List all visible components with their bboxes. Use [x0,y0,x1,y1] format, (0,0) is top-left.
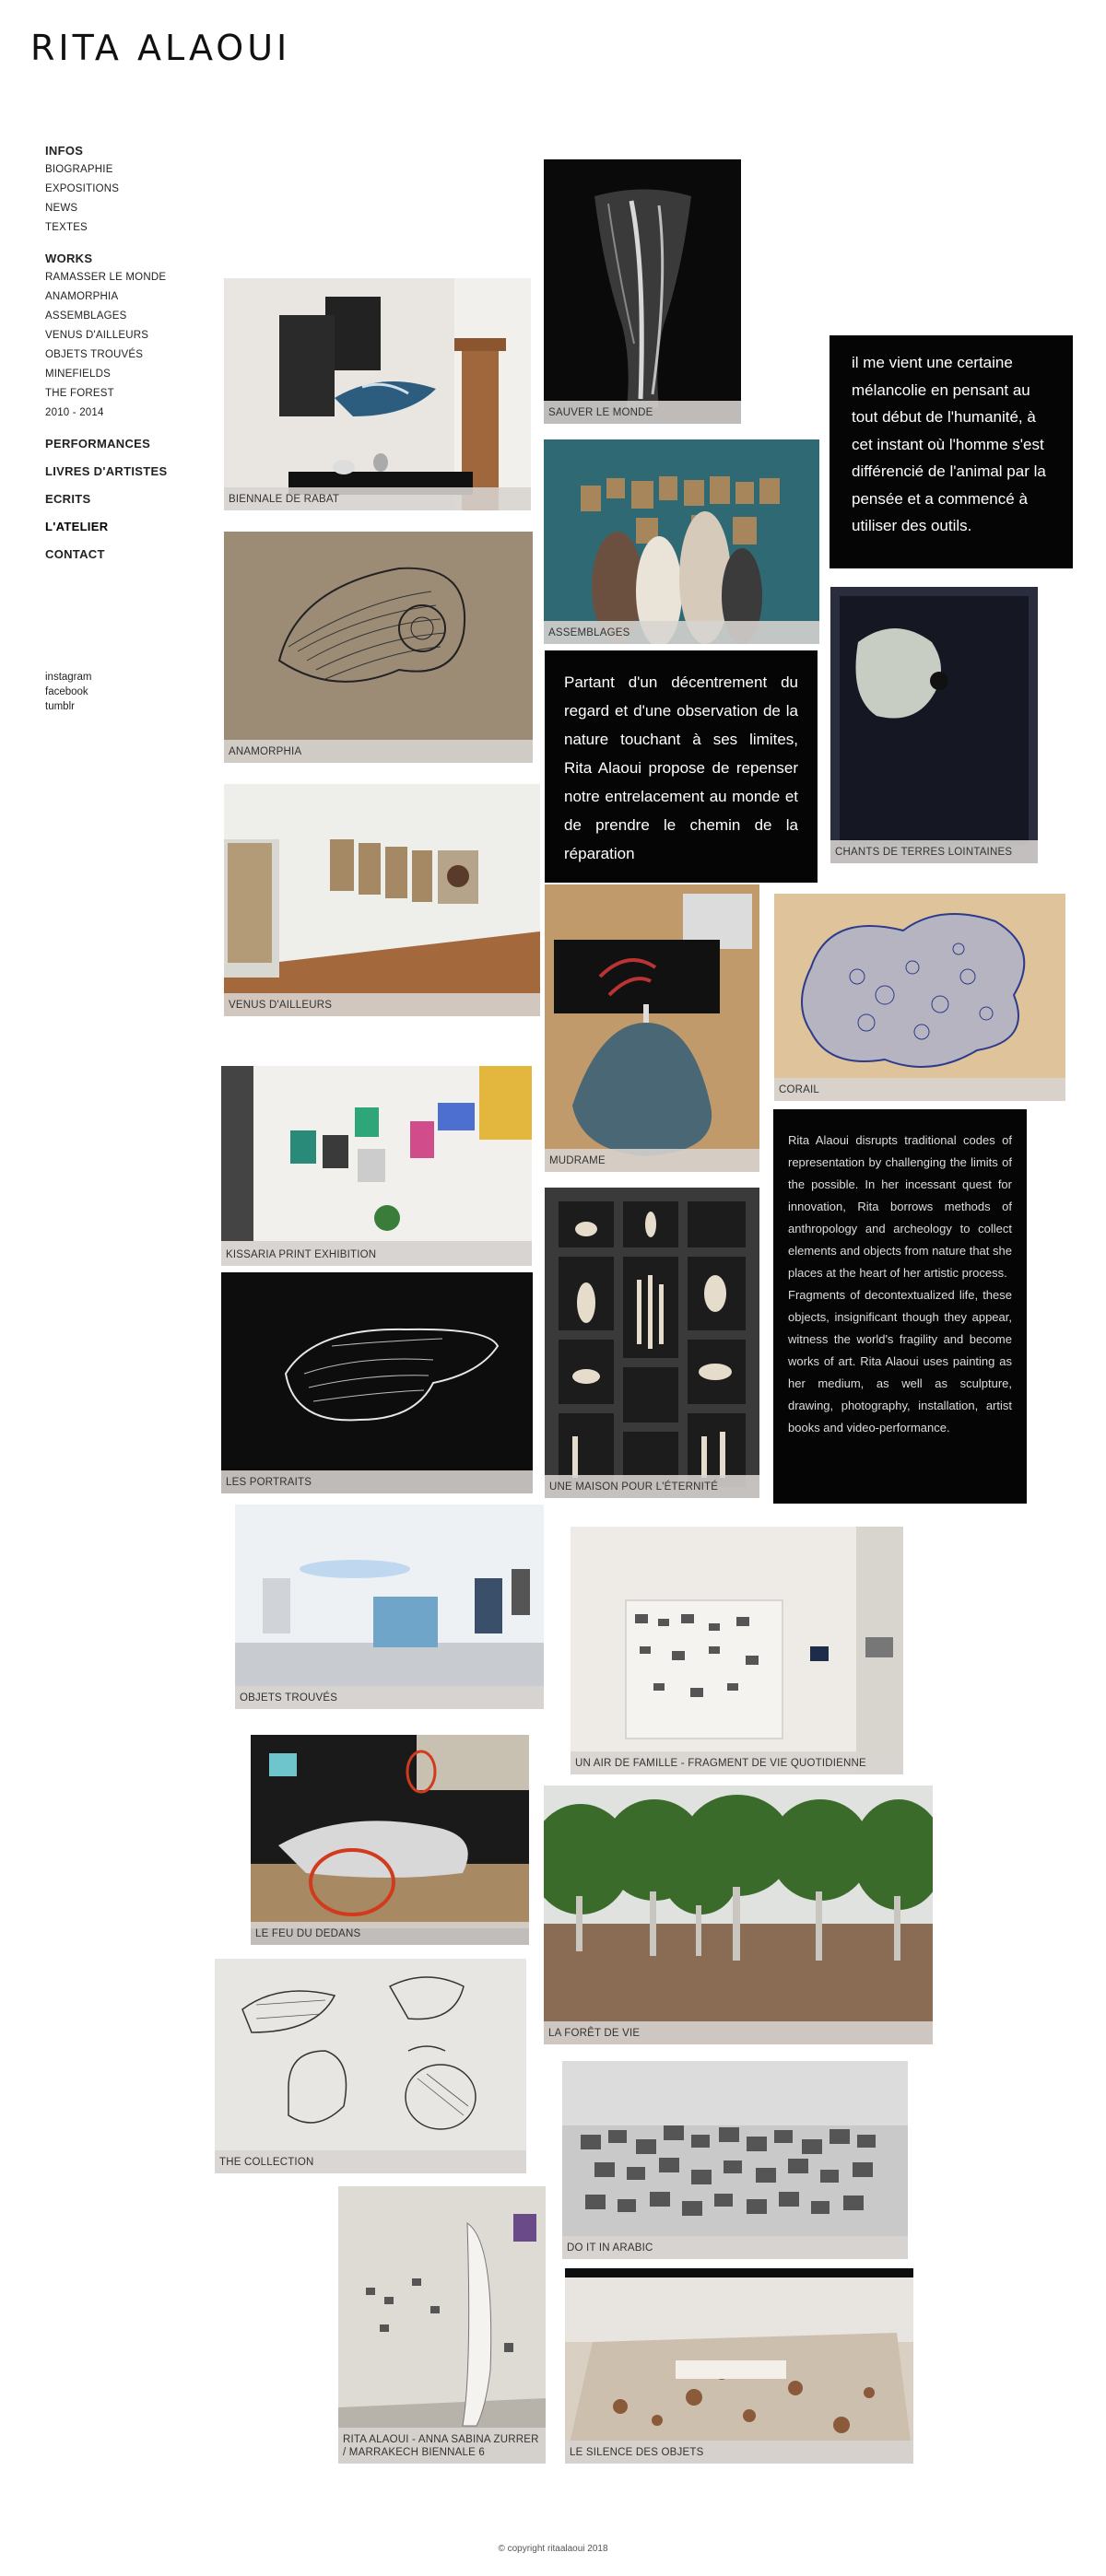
tile-caption: BIENNALE DE RABAT [224,487,531,510]
quote-paragraph-2: Fragments of decontextualized life, thes… [788,1288,1012,1434]
quote-block-decentrement: Partant d'un décentrement du regard et d… [545,650,818,883]
copyright-footer: © copyright ritaalaoui 2018 [498,2544,608,2554]
tile-caption: RITA ALAOUI - ANNA SABINA ZURRER / MARRA… [338,2428,546,2464]
facebook-link[interactable]: facebook [45,685,92,699]
tile-une-maison-pour-leternite[interactable]: UNE MAISON POUR L'ÉTERNITÉ [545,1188,759,1498]
tile-caption: LE FEU DU DEDANS [251,1922,529,1945]
nav-the-forest[interactable]: THE FOREST [45,384,220,404]
tile-caption: OBJETS TROUVÉS [235,1686,544,1709]
venus-dailleurs-image [224,784,540,1016]
nav-contact[interactable]: CONTACT [45,547,220,561]
the-collection-image [215,1959,526,2173]
nav-news[interactable]: NEWS [45,199,220,218]
quote-text: Partant d'un décentrement du regard et d… [564,673,798,862]
tile-venus-dailleurs[interactable]: VENUS D'AILLEURS [224,784,540,1016]
kissaria-image [221,1066,532,1266]
quote-text: il me vient une certaine mélancolie en p… [852,354,1046,534]
la-foret-de-vie-image [544,1786,933,2044]
biennale-de-rabat-image [224,278,531,510]
nav-assemblages[interactable]: ASSEMBLAGES [45,307,220,326]
nav-infos[interactable]: INFOS [45,144,220,158]
tile-caption: UNE MAISON POUR L'ÉTERNITÉ [545,1475,759,1498]
nav-ecrits[interactable]: ECRITS [45,492,220,506]
tile-caption: DO IT IN ARABIC [562,2236,908,2259]
tile-caption: CHANTS DE TERRES LOINTAINES [830,840,1038,863]
tile-un-air-de-famille[interactable]: UN AIR DE FAMILLE - FRAGMENT DE VIE QUOT… [571,1527,903,1774]
quote-block-english: Rita Alaoui disrupts traditional codes o… [773,1109,1027,1504]
tumblr-link[interactable]: tumblr [45,699,92,714]
tile-caption: ANAMORPHIA [224,740,533,763]
site-title[interactable]: RITA ALAOUI [30,28,290,68]
tile-objets-trouves[interactable]: OBJETS TROUVÉS [235,1505,544,1709]
tile-do-it-in-arabic[interactable]: DO IT IN ARABIC [562,2061,908,2259]
tile-le-feu-du-dedans[interactable]: LE FEU DU DEDANS [251,1735,529,1945]
tile-caption: ASSEMBLAGES [544,621,819,644]
nav-2010-2014[interactable]: 2010 - 2014 [45,404,220,423]
tile-sauver-le-monde[interactable]: SAUVER LE MONDE [544,159,741,424]
nav-objets-trouves[interactable]: OBJETS TROUVÉS [45,345,220,365]
sauver-le-monde-image [544,159,741,424]
tile-caption: LA FORÊT DE VIE [544,2021,933,2044]
objets-trouves-image [235,1505,544,1709]
le-silence-des-objets-image [565,2268,913,2464]
nav-biographie[interactable]: BIOGRAPHIE [45,160,220,180]
assemblages-image [544,439,819,644]
tile-mudrame[interactable]: MUDRAME [545,884,759,1172]
tile-anamorphia[interactable]: ANAMORPHIA [224,532,533,763]
main-nav: INFOS BIOGRAPHIE EXPOSITIONS NEWS TEXTES… [45,144,220,561]
tile-caption: THE COLLECTION [215,2150,526,2173]
nav-expositions[interactable]: EXPOSITIONS [45,180,220,199]
tile-chants-de-terres-lointaines[interactable]: CHANTS DE TERRES LOINTAINES [830,587,1038,863]
les-portraits-image [221,1272,533,1493]
tile-kissaria-print-exhibition[interactable]: KISSARIA PRINT EXHIBITION [221,1066,532,1266]
le-feu-du-dedans-image [251,1735,529,1945]
tile-les-portraits[interactable]: LES PORTRAITS [221,1272,533,1493]
chants-image [830,587,1038,863]
quote-block-melancolie: il me vient une certaine mélancolie en p… [830,335,1073,568]
tile-caption: UN AIR DE FAMILLE - FRAGMENT DE VIE QUOT… [571,1751,903,1774]
tile-caption: LE SILENCE DES OBJETS [565,2441,913,2464]
marrakech-biennale-image [338,2186,546,2464]
tile-caption: VENUS D'AILLEURS [224,993,540,1016]
tile-caption: LES PORTRAITS [221,1470,533,1493]
nav-minefields[interactable]: MINEFIELDS [45,365,220,384]
tile-caption: SAUVER LE MONDE [544,401,741,424]
tile-le-silence-des-objets[interactable]: LE SILENCE DES OBJETS [565,2268,913,2464]
tile-the-collection[interactable]: THE COLLECTION [215,1959,526,2173]
mudrame-image [545,884,759,1172]
do-it-in-arabic-image [562,2061,908,2259]
tile-biennale-de-rabat[interactable]: BIENNALE DE RABAT [224,278,531,510]
un-air-de-famille-image [571,1527,903,1774]
tile-la-foret-de-vie[interactable]: LA FORÊT DE VIE [544,1786,933,2044]
nav-venus-dailleurs[interactable]: VENUS D'AILLEURS [45,326,220,345]
tile-caption: CORAIL [774,1078,1065,1101]
corail-image [774,894,1065,1101]
nav-latelier[interactable]: L'ATELIER [45,520,220,533]
tile-corail[interactable]: CORAIL [774,894,1065,1101]
tile-assemblages[interactable]: ASSEMBLAGES [544,439,819,644]
social-links: instagram facebook tumblr [45,670,92,714]
anamorphia-image [224,532,533,763]
nav-anamorphia[interactable]: ANAMORPHIA [45,287,220,307]
tile-caption: MUDRAME [545,1149,759,1172]
tile-caption: KISSARIA PRINT EXHIBITION [221,1243,532,1266]
une-maison-image [545,1188,759,1498]
tile-marrakech-biennale-6[interactable]: RITA ALAOUI - ANNA SABINA ZURRER / MARRA… [338,2186,546,2464]
nav-livres-dartistes[interactable]: LIVRES D'ARTISTES [45,464,220,478]
nav-textes[interactable]: TEXTES [45,218,220,238]
nav-performances[interactable]: PERFORMANCES [45,437,220,451]
nav-works[interactable]: WORKS [45,252,220,265]
instagram-link[interactable]: instagram [45,670,92,685]
quote-paragraph-1: Rita Alaoui disrupts traditional codes o… [788,1133,1012,1280]
nav-ramasser-le-monde[interactable]: RAMASSER LE MONDE [45,268,220,287]
